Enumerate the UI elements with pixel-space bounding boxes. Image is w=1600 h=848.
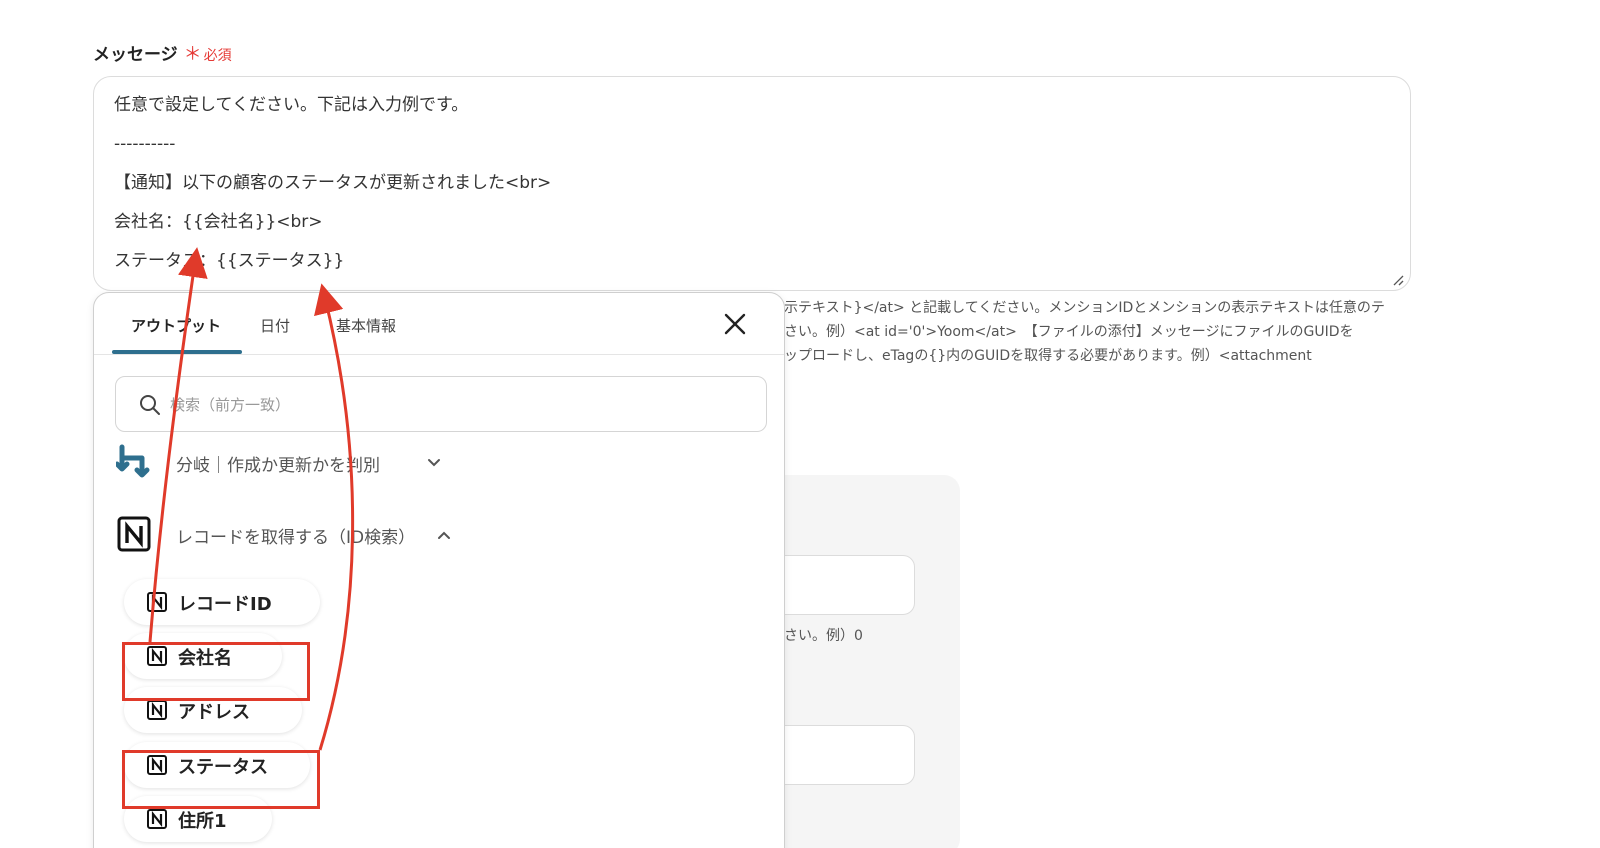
helper-line: ださい。例）<at id='0'>Yoom</at> 【ファイルの添付】メッセー… <box>770 324 1354 340</box>
background-settings-card <box>765 475 960 848</box>
message-line: 【通知】以下の顧客のステータスが更新されました<br> <box>114 173 552 193</box>
message-field-label: メッセージ＊必須 <box>93 40 232 66</box>
message-line: ---------- <box>114 134 176 154</box>
message-helper-text: 表示テキスト}</at> と記載してください。メンションIDとメンションの表示テ… <box>770 296 1420 368</box>
helper-line: 表示テキスト}</at> と記載してください。メンションIDとメンションの表示テ… <box>770 300 1385 316</box>
message-line: 会社名：{{会社名}}<br> <box>114 212 323 232</box>
close-icon[interactable] <box>722 311 748 337</box>
resize-grip-icon[interactable] <box>1392 274 1404 286</box>
output-item-record-id[interactable]: レコードID <box>124 579 320 625</box>
search-placeholder: 検索（前方一致） <box>170 396 291 414</box>
background-input[interactable] <box>765 725 915 785</box>
required-text: 必須 <box>203 48 232 64</box>
search-input[interactable]: 検索（前方一致） <box>115 376 767 432</box>
notion-icon <box>147 809 167 829</box>
chevron-up-icon[interactable] <box>436 527 452 543</box>
output-item-label: アドレス <box>178 702 250 723</box>
chevron-down-icon[interactable] <box>426 455 442 471</box>
output-item-label: レコードID <box>178 594 272 615</box>
notion-icon <box>147 700 167 720</box>
helper-line: アップロードし、eTagの{}内のGUIDを取得する必要があります。例）<att… <box>770 348 1312 364</box>
message-label-text: メッセージ <box>93 45 178 65</box>
highlight-box-status <box>122 750 320 809</box>
group-branch-label: 分岐｜作成か更新かを判別 <box>176 456 380 476</box>
highlight-box-company-name <box>122 642 310 701</box>
active-tab-indicator <box>112 350 242 354</box>
message-line: ステータス：{{ステータス}} <box>114 251 345 271</box>
notion-icon <box>147 592 167 612</box>
popover-tabs: アウトプット 日付 基本情報 <box>94 293 784 355</box>
tab-output[interactable]: アウトプット <box>131 315 221 336</box>
search-icon <box>140 395 160 415</box>
required-star: ＊ <box>183 44 202 65</box>
group-get-record-label: レコードを取得する（ID検索） <box>176 528 416 548</box>
message-line: 任意で設定してください。下記は入力例です。 <box>114 95 469 115</box>
message-textarea[interactable]: 任意で設定してください。下記は入力例です。 ---------- 【通知】以下の… <box>93 76 1411 291</box>
tab-basic-info[interactable]: 基本情報 <box>336 315 396 336</box>
branch-icon <box>116 444 150 478</box>
notion-icon <box>117 516 151 552</box>
output-item-label: 住所1 <box>178 811 227 832</box>
tab-date[interactable]: 日付 <box>260 315 290 336</box>
background-input[interactable] <box>765 555 915 615</box>
